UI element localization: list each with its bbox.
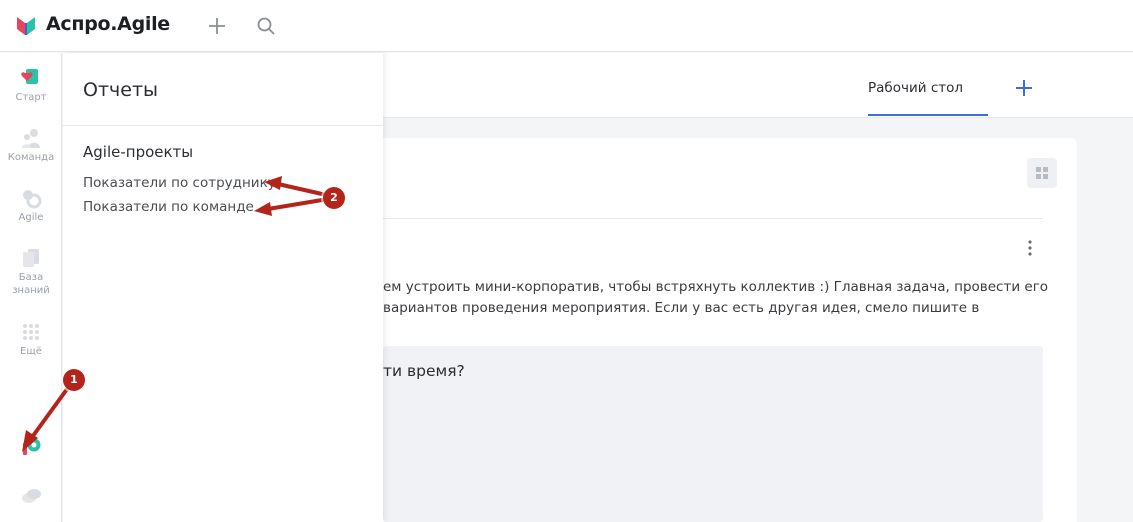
more-grid-icon xyxy=(23,324,39,340)
top-bar: Аспро.Agile xyxy=(0,0,1133,52)
feed-card: ем устроить мини-корпоратив, чтобы встря… xyxy=(383,138,1077,522)
card-divider xyxy=(383,218,1043,219)
post-text-line: ем устроить мини-корпоратив, чтобы встря… xyxy=(383,279,1049,295)
start-icon xyxy=(21,69,38,84)
reports-icon xyxy=(23,438,41,455)
desktop-tab-bar: Рабочий стол xyxy=(383,53,1133,118)
aspro-logo-icon[interactable] xyxy=(14,14,38,38)
poll-block: ти время? xyxy=(383,346,1043,522)
post-text-line: вариантов проведения мероприятия. Если у… xyxy=(383,300,980,316)
nav-item-agile[interactable]: Agile xyxy=(0,187,62,224)
nav-label-2: знаний xyxy=(12,285,50,296)
brand-name[interactable]: Аспро.Agile xyxy=(46,13,170,35)
nav-item-chat[interactable] xyxy=(0,485,62,507)
section-heading: Agile-проекты xyxy=(83,143,194,161)
add-tab-icon[interactable] xyxy=(1013,77,1035,99)
nav-label: Agile xyxy=(18,212,44,223)
active-tab-indicator xyxy=(868,114,988,116)
knowledge-base-icon xyxy=(23,249,39,267)
nav-item-more[interactable]: Ещё xyxy=(0,321,62,358)
panel-title: Отчеты xyxy=(83,79,159,101)
panel-divider xyxy=(63,125,383,126)
nav-label: База xyxy=(18,272,44,283)
nav-item-reports[interactable] xyxy=(0,435,62,457)
grid-icon xyxy=(1036,167,1048,179)
add-icon[interactable] xyxy=(205,14,229,38)
left-nav: Старт Команда Agile База знаний Ещё xyxy=(0,53,62,522)
tab-desktop[interactable]: Рабочий стол xyxy=(868,80,963,96)
nav-label: Старт xyxy=(15,92,47,103)
agile-icon xyxy=(23,190,42,209)
widget-settings-button[interactable] xyxy=(1027,158,1057,188)
report-link-team[interactable]: Показатели по команде xyxy=(83,199,254,215)
kebab-menu-icon[interactable] xyxy=(1023,238,1037,258)
search-icon[interactable] xyxy=(254,14,278,38)
nav-label: Ещё xyxy=(20,346,42,357)
reports-panel: Отчеты Agile-проекты Показатели по сотру… xyxy=(63,53,383,522)
annotation-badge-1: 1 xyxy=(63,369,85,391)
team-icon xyxy=(22,129,40,148)
nav-item-knowledge-base[interactable]: База знаний xyxy=(0,247,62,297)
nav-label: Команда xyxy=(7,152,55,163)
report-link-employee[interactable]: Показатели по сотруднику xyxy=(83,175,276,191)
nav-item-start[interactable]: Старт xyxy=(0,67,62,104)
chat-icon xyxy=(22,489,41,503)
poll-question: ти время? xyxy=(383,362,465,380)
nav-item-team[interactable]: Команда xyxy=(0,127,62,164)
annotation-badge-2: 2 xyxy=(323,187,345,209)
